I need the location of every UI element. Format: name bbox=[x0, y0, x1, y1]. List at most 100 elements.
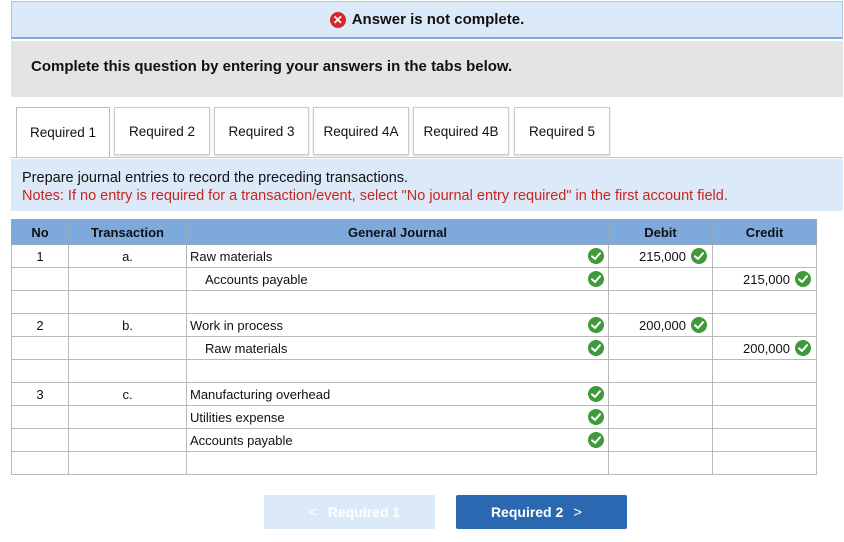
cell-no: 1 bbox=[11, 244, 69, 268]
cell-transaction bbox=[68, 428, 187, 452]
table-row: Utilities expense bbox=[11, 405, 817, 429]
tab-label: Required 1 bbox=[29, 125, 97, 140]
cell-no bbox=[11, 428, 69, 452]
cell-no: 3 bbox=[11, 382, 69, 406]
cell-debit[interactable]: 215,000 bbox=[608, 244, 713, 268]
cell-account[interactable] bbox=[186, 359, 609, 383]
table-row: Accounts payable bbox=[11, 428, 817, 452]
tab-required-5[interactable]: Required 5 bbox=[514, 107, 610, 155]
check-icon bbox=[588, 317, 604, 333]
tab-required-4b[interactable]: Required 4B bbox=[413, 107, 509, 155]
credit-amount bbox=[790, 456, 816, 471]
table-row bbox=[11, 451, 817, 475]
table-row: 2 b. Work in process 200,000 bbox=[11, 313, 817, 337]
cell-credit[interactable] bbox=[712, 313, 817, 337]
cell-account[interactable]: Raw materials bbox=[186, 244, 609, 268]
chevron-right-icon: > bbox=[573, 503, 583, 521]
table-row: 1 a. Raw materials 215,000 bbox=[11, 244, 817, 268]
general-journal-table: No Transaction General Journal Debit Cre… bbox=[11, 219, 817, 475]
header-general-journal: General Journal bbox=[186, 219, 609, 245]
cell-transaction: c. bbox=[68, 382, 187, 406]
cell-account[interactable]: Utilities expense bbox=[186, 405, 609, 429]
cell-transaction bbox=[68, 290, 187, 314]
prev-button-label: Required 1 bbox=[327, 504, 401, 520]
debit-amount bbox=[686, 387, 712, 402]
tab-required-2[interactable]: Required 2 bbox=[114, 107, 210, 155]
cell-credit[interactable]: 215,000 bbox=[712, 267, 817, 291]
cell-transaction bbox=[68, 359, 187, 383]
cell-credit[interactable] bbox=[712, 451, 817, 475]
cell-account[interactable]: Work in process bbox=[186, 313, 609, 337]
check-icon bbox=[588, 409, 604, 425]
credit-amount bbox=[790, 410, 816, 425]
cell-no bbox=[11, 451, 69, 475]
cell-credit[interactable] bbox=[712, 244, 817, 268]
cell-no bbox=[11, 290, 69, 314]
table-header-row: No Transaction General Journal Debit Cre… bbox=[11, 219, 817, 245]
cell-account[interactable]: Raw materials bbox=[186, 336, 609, 360]
tab-label: Required 5 bbox=[528, 123, 596, 139]
prev-required-button[interactable]: < Required 1 bbox=[264, 495, 435, 529]
instruction-text: Complete this question by entering your … bbox=[31, 58, 513, 75]
cell-debit[interactable] bbox=[608, 267, 713, 291]
cell-credit[interactable] bbox=[712, 428, 817, 452]
cell-no bbox=[11, 336, 69, 360]
check-icon bbox=[588, 248, 604, 264]
prompt-text: Prepare journal entries to record the pr… bbox=[22, 170, 409, 186]
cell-transaction: a. bbox=[68, 244, 187, 268]
tab-required-3[interactable]: Required 3 bbox=[214, 107, 309, 155]
check-icon bbox=[588, 386, 604, 402]
cell-no: 2 bbox=[11, 313, 69, 337]
answer-status-banner: ✕ Answer is not complete. bbox=[11, 1, 843, 39]
cell-no bbox=[11, 267, 69, 291]
credit-amount bbox=[790, 249, 816, 264]
header-no: No bbox=[11, 219, 69, 245]
cell-credit[interactable]: 200,000 bbox=[712, 336, 817, 360]
credit-amount bbox=[790, 433, 816, 448]
cell-debit[interactable] bbox=[608, 451, 713, 475]
account-name bbox=[187, 456, 190, 471]
cell-no bbox=[11, 405, 69, 429]
account-name: Accounts payable bbox=[190, 432, 293, 448]
account-name: Work in process bbox=[190, 317, 283, 333]
tab-label: Required 4A bbox=[323, 123, 399, 139]
cell-transaction: b. bbox=[68, 313, 187, 337]
cell-transaction bbox=[68, 267, 187, 291]
next-required-button[interactable]: Required 2 > bbox=[456, 495, 627, 529]
cell-debit[interactable] bbox=[608, 336, 713, 360]
cell-debit[interactable] bbox=[608, 382, 713, 406]
instruction-bar: Complete this question by entering your … bbox=[11, 41, 843, 97]
cell-debit[interactable] bbox=[608, 359, 713, 383]
debit-amount bbox=[686, 456, 712, 471]
cell-credit[interactable] bbox=[712, 359, 817, 383]
tabs-bar: Required 1 Required 2 Required 3 Require… bbox=[11, 97, 843, 158]
debit-amount bbox=[686, 295, 712, 310]
table-row: 3 c. Manufacturing overhead bbox=[11, 382, 817, 406]
prompt-note: Notes: If no entry is required for a tra… bbox=[22, 188, 728, 204]
banner-text: Answer is not complete. bbox=[351, 11, 525, 28]
cell-debit[interactable] bbox=[608, 290, 713, 314]
credit-amount bbox=[790, 387, 816, 402]
account-name: Manufacturing overhead bbox=[190, 386, 331, 402]
tab-required-1[interactable]: Required 1 bbox=[16, 107, 110, 157]
cell-account[interactable] bbox=[186, 290, 609, 314]
cell-credit[interactable] bbox=[712, 405, 817, 429]
cell-debit[interactable] bbox=[608, 428, 713, 452]
credit-amount bbox=[790, 295, 816, 310]
cell-credit[interactable] bbox=[712, 382, 817, 406]
tab-label: Required 3 bbox=[228, 123, 295, 139]
cell-transaction bbox=[68, 336, 187, 360]
cell-credit[interactable] bbox=[712, 290, 817, 314]
check-icon bbox=[691, 317, 707, 333]
cell-account[interactable]: Accounts payable bbox=[186, 267, 609, 291]
cell-account[interactable] bbox=[186, 451, 609, 475]
debit-amount bbox=[686, 272, 712, 287]
chevron-left-icon: < bbox=[308, 503, 318, 521]
tab-required-4a[interactable]: Required 4A bbox=[313, 107, 409, 155]
header-transaction: Transaction bbox=[68, 219, 187, 245]
cell-debit[interactable]: 200,000 bbox=[608, 313, 713, 337]
cell-debit[interactable] bbox=[608, 405, 713, 429]
header-credit: Credit bbox=[712, 219, 817, 245]
cell-account[interactable]: Manufacturing overhead bbox=[186, 382, 609, 406]
cell-account[interactable]: Accounts payable bbox=[186, 428, 609, 452]
